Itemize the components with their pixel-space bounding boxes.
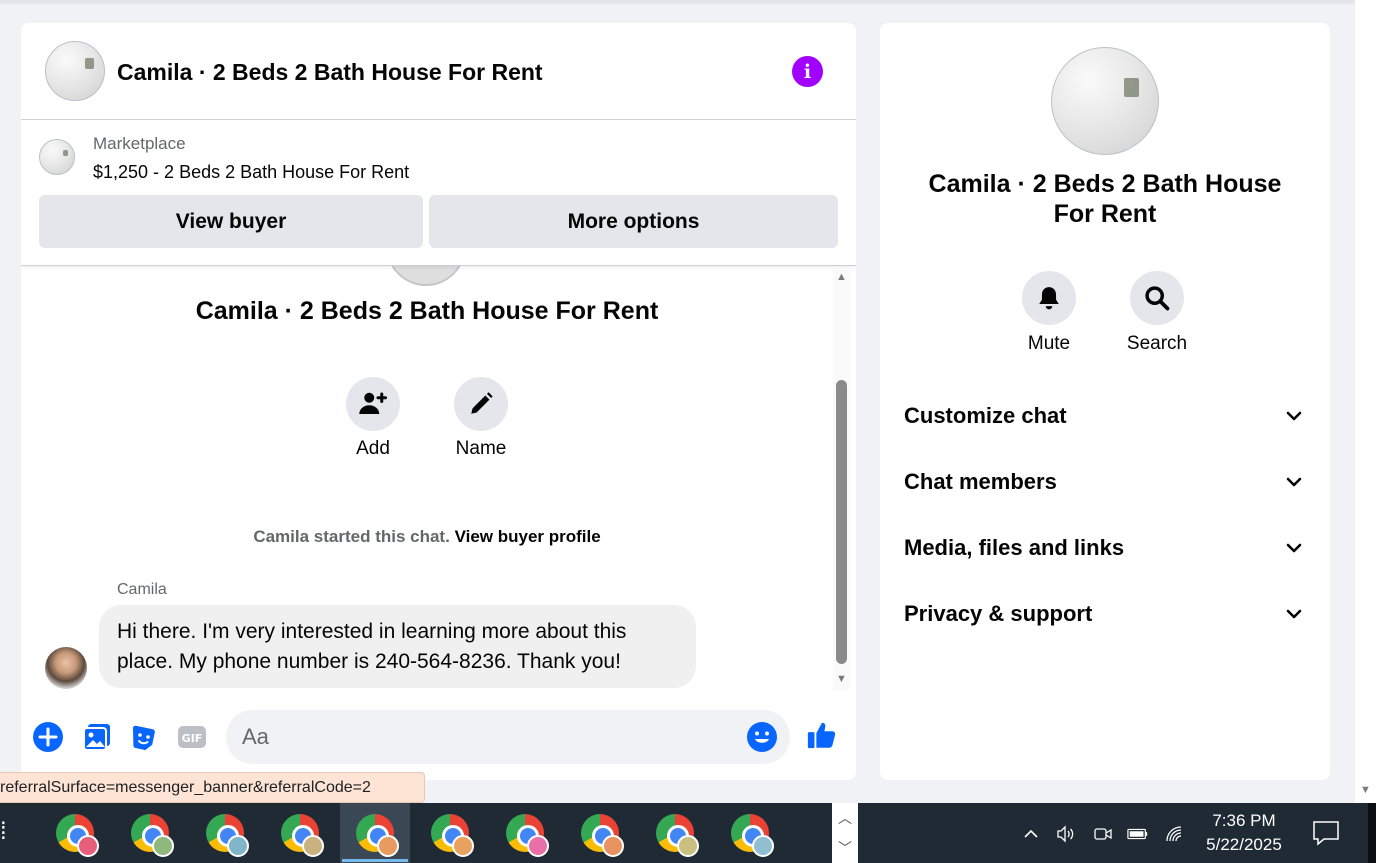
chat-header: Camila · 2 Beds 2 Bath House For Rent i	[21, 23, 856, 120]
section-label: Media, files and links	[904, 535, 1125, 560]
gif-icon[interactable]: GIF	[176, 721, 208, 753]
media-files-links-section[interactable]: Media, files and links	[904, 528, 1304, 568]
chevron-down-icon	[1286, 411, 1302, 421]
message-composer: GIF	[21, 703, 856, 773]
taskbar-scroll-up-icon[interactable]: ︿	[832, 803, 858, 833]
info-icon[interactable]: i	[792, 56, 823, 87]
chat-title[interactable]: Camila · 2 Beds 2 Bath House For Rent	[117, 59, 543, 86]
started-text: Camila started this chat.	[253, 527, 450, 546]
page-scrollbar[interactable]	[1355, 0, 1376, 803]
conversation-avatar	[386, 266, 466, 286]
emoji-icon[interactable]	[746, 721, 778, 753]
taskbar-clock[interactable]: 7:36 PM 5/22/2025	[1196, 809, 1292, 857]
info-title: Camila · 2 Beds 2 Bath House For Rent	[928, 170, 1282, 228]
section-label: Privacy & support	[904, 601, 1093, 626]
battery-icon[interactable]	[1127, 823, 1149, 845]
chrome-icon	[281, 814, 324, 857]
chrome-icon	[506, 814, 549, 857]
mute-button[interactable]	[1022, 271, 1076, 325]
wifi-icon[interactable]	[1165, 823, 1187, 845]
clock-time: 7:36 PM	[1212, 811, 1276, 830]
volume-icon[interactable]	[1055, 823, 1077, 845]
gif-label: GIF	[182, 732, 203, 745]
sticker-icon[interactable]	[128, 721, 160, 753]
bell-icon	[1039, 287, 1059, 310]
chrome-icon	[731, 814, 774, 857]
chrome-icon	[131, 814, 174, 857]
privacy-support-section[interactable]: Privacy & support	[904, 594, 1304, 634]
chevron-down-icon	[1286, 543, 1302, 553]
taskbar-chrome-10[interactable]	[715, 803, 785, 863]
scroll-down-arrow-icon[interactable]: ▼	[834, 673, 849, 685]
show-desktop-button[interactable]	[1368, 803, 1376, 863]
search-icon	[1145, 286, 1170, 311]
chrome-icon	[581, 814, 624, 857]
chrome-icon	[356, 814, 399, 857]
chat-members-section[interactable]: Chat members	[904, 462, 1304, 502]
taskbar-scroller: ︿ ﹀	[832, 803, 858, 863]
page-scroll-down-icon[interactable]: ▼	[1358, 784, 1373, 798]
meet-now-icon[interactable]	[1092, 823, 1114, 845]
marketplace-label: Marketplace	[93, 134, 186, 153]
chat-started-notice: Camila started this chat. View buyer pro…	[21, 527, 833, 547]
windows-taskbar: ⁞ ︿ ﹀ 7:36 PM 5/22/2025	[0, 803, 1376, 863]
listing-thumbnail	[39, 139, 75, 175]
view-buyer-button[interactable]: View buyer	[39, 195, 423, 248]
view-buyer-profile-link[interactable]: View buyer profile	[455, 527, 601, 546]
taskbar-chrome-9[interactable]	[640, 803, 710, 863]
customize-chat-section[interactable]: Customize chat	[904, 396, 1304, 436]
plus-circle-icon[interactable]	[32, 721, 64, 753]
more-options-button[interactable]: More options	[429, 195, 838, 248]
add-person-button[interactable]	[346, 377, 400, 431]
name-label: Name	[455, 438, 507, 459]
show-hidden-icons-icon[interactable]	[1020, 823, 1042, 845]
notification-center-icon[interactable]	[1312, 820, 1342, 848]
chat-info-panel: Camila · 2 Beds 2 Bath House For Rent Mu…	[880, 23, 1330, 780]
name-button[interactable]	[454, 377, 508, 431]
scroll-up-arrow-icon[interactable]: ▲	[834, 271, 849, 283]
marketplace-banner: Marketplace $1,250 - 2 Beds 2 Bath House…	[21, 121, 856, 266]
task-view-icon[interactable]: ⁞	[0, 817, 10, 847]
chevron-down-icon	[1286, 609, 1302, 619]
conversation-area: Camila · 2 Beds 2 Bath House For Rent Ad…	[21, 266, 856, 691]
add-label: Add	[356, 438, 390, 459]
sender-avatar[interactable]	[45, 647, 87, 689]
chrome-icon	[431, 814, 474, 857]
top-strip	[0, 0, 1355, 4]
chat-panel: Camila · 2 Beds 2 Bath House For Rent i …	[21, 23, 856, 780]
chrome-icon	[56, 814, 99, 857]
thumbs-up-icon[interactable]	[806, 719, 838, 751]
taskbar-chrome-7[interactable]	[490, 803, 560, 863]
taskbar-chrome-8[interactable]	[565, 803, 635, 863]
listing-title[interactable]: $1,250 - 2 Beds 2 Bath House For Rent	[93, 162, 409, 183]
scroll-thumb[interactable]	[836, 380, 847, 664]
search-label: Search	[1126, 333, 1188, 354]
photo-icon[interactable]	[81, 721, 113, 753]
status-url-tooltip: referralSurface=messenger_banner&referra…	[0, 772, 425, 803]
taskbar-chrome-3[interactable]	[190, 803, 260, 863]
taskbar-chrome-2[interactable]	[115, 803, 185, 863]
section-label: Customize chat	[904, 403, 1067, 428]
chevron-down-icon	[1286, 477, 1302, 487]
info-avatar[interactable]	[1051, 47, 1159, 155]
taskbar-chrome-4[interactable]	[265, 803, 335, 863]
message-input[interactable]	[226, 710, 790, 764]
add-person-icon	[359, 392, 387, 414]
message-bubble[interactable]: Hi there. I'm very interested in learnin…	[99, 605, 696, 688]
chrome-icon	[206, 814, 249, 857]
chrome-icon	[656, 814, 699, 857]
taskbar-chrome-5[interactable]	[340, 803, 410, 863]
taskbar-chrome-6[interactable]	[415, 803, 485, 863]
conversation-title: Camila · 2 Beds 2 Bath House For Rent	[195, 297, 659, 325]
search-button[interactable]	[1130, 271, 1184, 325]
chat-avatar[interactable]	[45, 41, 105, 101]
mute-label: Mute	[1027, 333, 1071, 354]
clock-date: 5/22/2025	[1206, 835, 1282, 854]
pencil-icon	[471, 392, 493, 414]
sender-name: Camila	[117, 581, 167, 598]
taskbar-chrome-1[interactable]	[40, 803, 110, 863]
section-label: Chat members	[904, 469, 1057, 494]
taskbar-scroll-down-icon[interactable]: ﹀	[832, 833, 858, 863]
